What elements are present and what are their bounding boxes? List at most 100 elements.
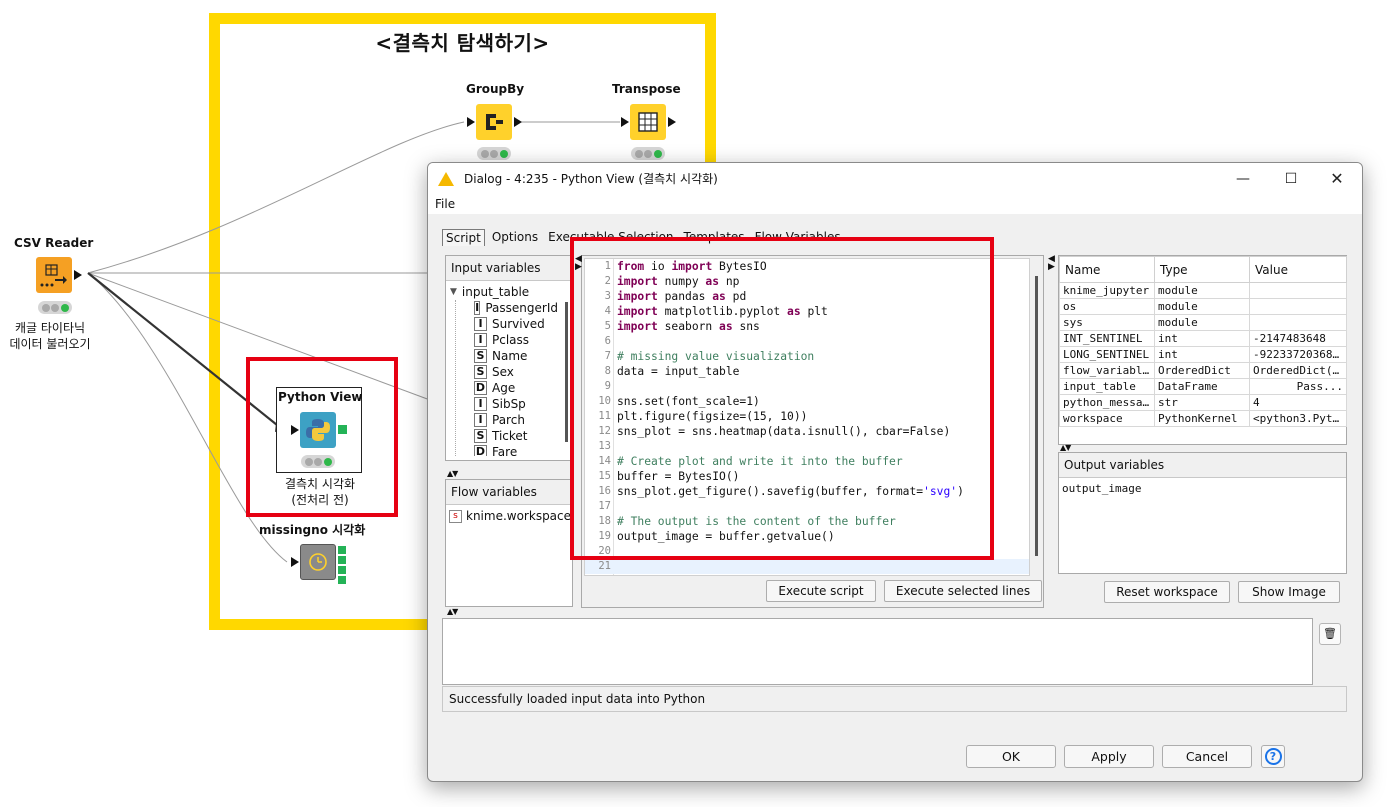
missingno-output-port-2[interactable] — [338, 556, 346, 564]
workspace-row[interactable]: python_messa... str 4 — [1059, 394, 1347, 411]
column-name: Ticket — [492, 429, 528, 443]
workspace-row[interactable]: sys module — [1059, 314, 1347, 331]
groupby-status-light — [477, 147, 511, 160]
missingno-node[interactable] — [300, 544, 336, 580]
missingno-output-port-3[interactable] — [338, 566, 346, 574]
groupby-input-port[interactable] — [467, 117, 475, 127]
workspace-cell-name: flow_variables — [1059, 362, 1155, 379]
workspace-header-value[interactable]: Value — [1249, 256, 1347, 283]
column-type-icon: I — [474, 333, 487, 347]
splitter-arrows-right[interactable]: ▲▼ — [1060, 444, 1071, 452]
column-name: SibSp — [492, 397, 526, 411]
line-number: 21 — [598, 560, 611, 572]
splitter-right-editor[interactable]: ◀ ▶ — [1048, 255, 1055, 272]
column-name: Name — [492, 349, 528, 363]
column-type-icon: D — [474, 381, 487, 395]
column-type-icon: I — [474, 317, 487, 331]
current-line-highlight — [585, 559, 1029, 574]
workspace-header-type[interactable]: Type — [1154, 256, 1250, 283]
script-editor-scrollbar[interactable] — [1035, 276, 1038, 556]
execute-script-button[interactable]: Execute script — [766, 580, 876, 602]
workspace-header-name[interactable]: Name — [1059, 256, 1155, 283]
flow-variables-list: s knime.workspace — [449, 508, 571, 524]
groupby-node[interactable] — [476, 104, 512, 140]
input-column-item[interactable]: D Fare — [474, 444, 558, 456]
missingno-input-port[interactable] — [291, 557, 299, 567]
splitter-arrows-bottom[interactable]: ▲▼ — [447, 608, 458, 616]
input-column-item[interactable]: I PassengerId — [474, 300, 558, 316]
workspace-cell-name: workspace — [1059, 410, 1155, 427]
input-column-item[interactable]: I SibSp — [474, 396, 558, 412]
cancel-button[interactable]: Cancel — [1162, 745, 1252, 768]
csv-reader-output-port[interactable] — [74, 270, 82, 280]
minimize-button[interactable]: — — [1220, 163, 1266, 194]
workspace-cell-value: Pass... — [1249, 378, 1347, 395]
workspace-row[interactable]: LONG_SENTINEL int -92233720368... — [1059, 346, 1347, 363]
workspace-cell-value — [1249, 282, 1347, 299]
maximize-button[interactable]: ☐ — [1268, 163, 1314, 194]
tree-node-input-table[interactable]: ▼ input_table — [450, 284, 558, 300]
workspace-cell-value — [1249, 298, 1347, 315]
transpose-input-port[interactable] — [621, 117, 629, 127]
python-view-input-port[interactable] — [291, 425, 299, 435]
transpose-output-port[interactable] — [668, 117, 676, 127]
column-name: Fare — [492, 445, 518, 456]
python-view-node[interactable] — [300, 412, 336, 448]
python-view-image-output-port[interactable] — [338, 425, 347, 434]
console-output[interactable] — [442, 618, 1313, 685]
column-type-icon: I — [474, 397, 487, 411]
reset-workspace-button[interactable]: Reset workspace — [1104, 581, 1230, 603]
show-image-button[interactable]: Show Image — [1238, 581, 1340, 603]
workspace-cell-value: <python3.Pyt... — [1249, 410, 1347, 427]
ok-button[interactable]: OK — [966, 745, 1056, 768]
tab-script[interactable]: Script — [442, 229, 485, 246]
close-button[interactable]: ✕ — [1314, 163, 1360, 194]
menu-file[interactable]: File — [435, 197, 455, 211]
input-column-item[interactable]: S Name — [474, 348, 558, 364]
input-column-item[interactable]: I Parch — [474, 412, 558, 428]
input-column-item[interactable]: I Survived — [474, 316, 558, 332]
input-column-item[interactable]: S Ticket — [474, 428, 558, 444]
help-button[interactable]: ? — [1261, 745, 1285, 768]
output-variable-item[interactable]: output_image — [1062, 481, 1141, 497]
column-type-icon: S — [474, 365, 487, 379]
missingno-output-port-1[interactable] — [338, 546, 346, 554]
workspace-row[interactable]: os module — [1059, 298, 1347, 315]
workspace-row[interactable]: knime_jupyter module — [1059, 282, 1347, 299]
flow-variable-item[interactable]: s knime.workspace — [449, 508, 571, 524]
apply-button[interactable]: Apply — [1064, 745, 1154, 768]
workspace-panel: Name Type Value knime_jupyter module os mod… — [1058, 255, 1347, 445]
transpose-node[interactable] — [630, 104, 666, 140]
workspace-row[interactable]: INT_SENTINEL int -2147483648 — [1059, 330, 1347, 347]
splitter-arrows-left[interactable]: ▲▼ — [447, 470, 458, 478]
workspace-row[interactable]: workspace PythonKernel <python3.Pyt... — [1059, 410, 1347, 427]
input-variables-scrollbar[interactable] — [565, 302, 568, 442]
workspace-cell-type: int — [1154, 330, 1250, 347]
missingno-output-port-4[interactable] — [338, 576, 346, 584]
column-type-icon: S — [474, 349, 487, 363]
dialog-titlebar[interactable]: Dialog - 4:235 - Python View (결측치 시각화) —… — [428, 163, 1362, 194]
csv-reader-status-light — [38, 301, 72, 314]
csv-reader-node[interactable] — [36, 257, 72, 293]
input-column-item[interactable]: I Pclass — [474, 332, 558, 348]
execute-selected-lines-button[interactable]: Execute selected lines — [884, 580, 1042, 602]
tab-options[interactable]: Options — [489, 229, 541, 246]
groupby-output-port[interactable] — [514, 117, 522, 127]
workspace-cell-type: OrderedDict — [1154, 362, 1250, 379]
input-column-item[interactable]: S Sex — [474, 364, 558, 380]
column-type-icon: I — [474, 301, 481, 315]
expand-arrow-icon: ▼ — [450, 287, 457, 297]
workspace-cell-type: int — [1154, 346, 1250, 363]
menubar: File — [428, 194, 1362, 214]
node-title-python-view: Python View — [278, 390, 363, 404]
csv-reader-label: 캐글 타이타닉 데이터 불러오기 — [9, 321, 91, 351]
column-name: Survived — [492, 317, 545, 331]
workspace-row[interactable]: input_table DataFrame Pass... — [1059, 378, 1347, 395]
clear-console-icon[interactable]: 🗑 — [1319, 623, 1341, 645]
workspace-row[interactable]: flow_variables OrderedDict OrderedDict(... — [1059, 362, 1347, 379]
input-variables-tree: ▼ input_table I PassengerId I Survived I Pcla… — [450, 284, 558, 456]
input-column-item[interactable]: D Age — [474, 380, 558, 396]
transpose-icon — [638, 112, 658, 132]
workspace-cell-type: str — [1154, 394, 1250, 411]
node-title-missingno: missingno 시각화 — [259, 523, 366, 537]
